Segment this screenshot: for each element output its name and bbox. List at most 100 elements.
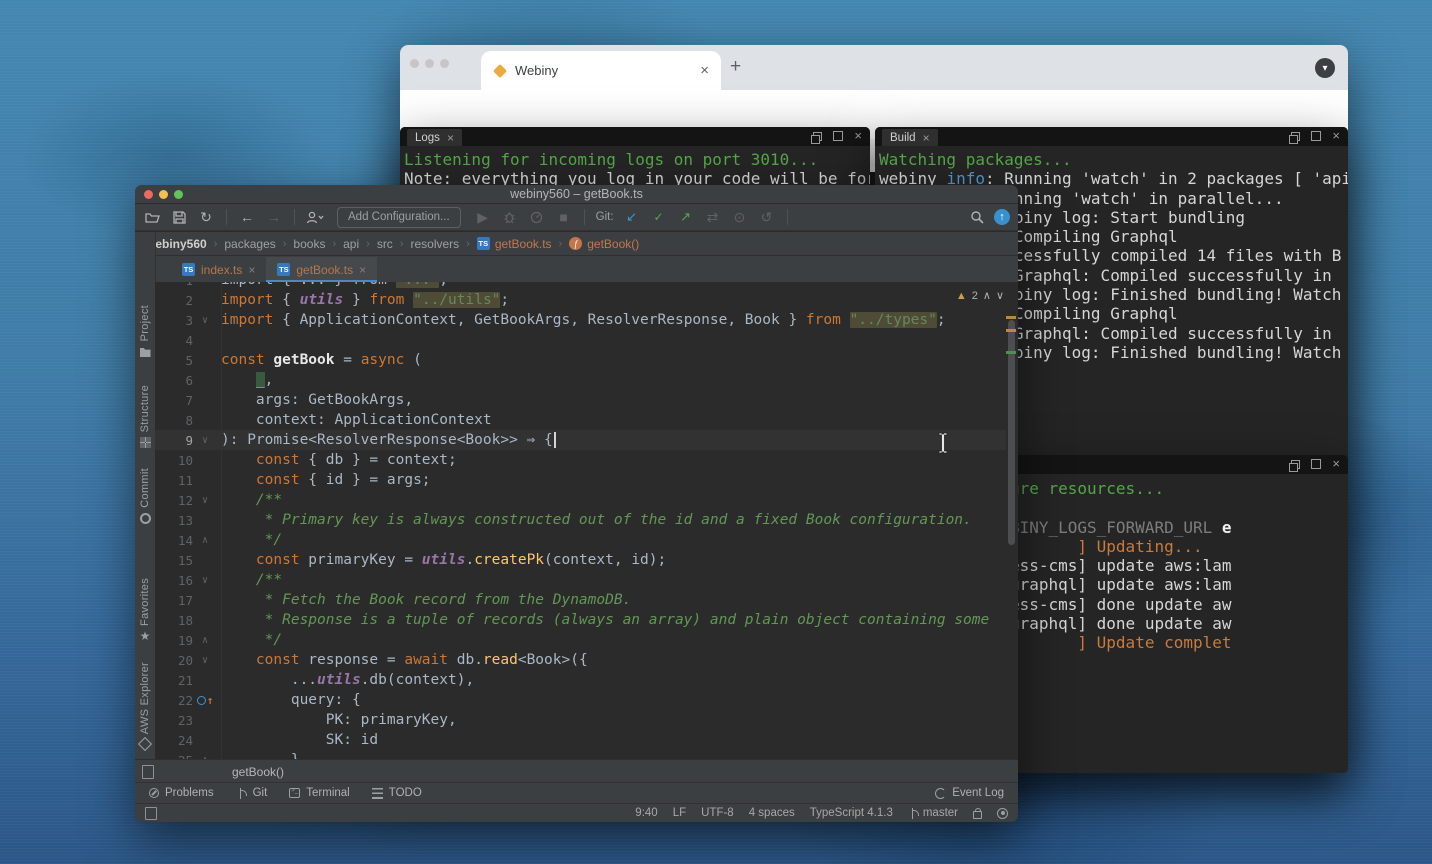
profiler-icon[interactable] — [528, 208, 546, 226]
breadcrumb-item-resolvers[interactable]: resolvers — [410, 237, 459, 251]
fold-marker[interactable]: ∨ — [193, 315, 217, 326]
navigate-forward-icon[interactable]: → — [265, 208, 283, 226]
git-history-icon[interactable]: ⊙ — [731, 208, 749, 226]
close-window-icon[interactable] — [410, 59, 419, 68]
git-update-icon[interactable]: ↙ — [623, 208, 641, 226]
logs-terminal-tab[interactable]: Logs × — [407, 129, 462, 146]
fold-marker[interactable]: ∧ — [193, 535, 217, 546]
event-log-button[interactable]: Event Log — [935, 787, 1004, 799]
caret-position[interactable]: 9:40 — [635, 807, 657, 819]
toolwindow-terminal[interactable]: Terminal — [289, 787, 349, 799]
git-commit-icon[interactable]: ✓ — [650, 208, 668, 226]
tab-close-icon[interactable]: × — [698, 63, 711, 78]
open-folder-icon[interactable] — [143, 208, 161, 226]
gutter-target-icon[interactable] — [197, 696, 206, 705]
zoom-window-icon[interactable] — [440, 59, 449, 68]
stripe-button-project[interactable]: Project — [135, 305, 155, 357]
build-terminal-tab[interactable]: Build × — [882, 129, 938, 146]
new-tab-button[interactable]: + — [730, 56, 741, 78]
toolwindow-git[interactable]: Git — [236, 787, 268, 799]
gear-icon[interactable] — [997, 808, 1008, 819]
next-problem-icon[interactable]: ∨ — [996, 289, 1004, 302]
build-window-controls[interactable]: × — [1291, 130, 1340, 142]
close-window-icon[interactable]: × — [1332, 131, 1340, 141]
close-window-icon[interactable]: × — [854, 131, 862, 141]
fold-marker[interactable]: ∨ — [193, 435, 217, 446]
save-icon[interactable] — [170, 208, 188, 226]
user-dropdown-icon[interactable] — [306, 208, 324, 226]
navigate-back-icon[interactable]: ← — [238, 208, 256, 226]
warning-stripe-mark[interactable] — [1006, 329, 1016, 332]
ide-update-button[interactable]: ↑ — [994, 209, 1010, 225]
breadcrumb-item-getbook[interactable]: fgetBook() — [569, 237, 639, 251]
typescript-version[interactable]: TypeScript 4.1.3 — [810, 807, 893, 819]
typescript-file-icon: TS — [182, 263, 195, 276]
change-stripe-mark[interactable] — [1006, 351, 1016, 354]
logs-window-controls[interactable]: × — [813, 130, 862, 142]
browser-media-button[interactable]: ▾ — [1315, 58, 1335, 78]
tab-close-icon[interactable]: × — [359, 263, 366, 277]
git-push-icon[interactable]: ↗ — [677, 208, 695, 226]
fold-marker[interactable]: ↑ — [193, 694, 217, 707]
line-ending[interactable]: LF — [673, 807, 686, 819]
browser-tab[interactable]: Webiny × — [481, 51, 721, 90]
gutter-row: 21 — [155, 670, 221, 690]
lock-icon[interactable] — [973, 811, 982, 819]
breadcrumb-item-packages[interactable]: packages — [224, 237, 275, 251]
maximize-window-icon[interactable] — [1311, 131, 1321, 141]
stripe-button-structure[interactable]: Structure — [135, 385, 155, 448]
browser-window-controls[interactable] — [410, 59, 449, 68]
float-window-icon[interactable] — [813, 132, 822, 141]
editor-tab-indexts[interactable]: TSindex.ts× — [171, 257, 266, 282]
breadcrumb-item-api[interactable]: api — [343, 237, 359, 251]
fold-marker[interactable]: ∧ — [193, 635, 217, 646]
breadcrumb-item-books[interactable]: books — [293, 237, 325, 251]
float-window-icon[interactable] — [1291, 460, 1300, 469]
add-configuration-button[interactable]: Add Configuration... — [337, 207, 461, 228]
git-rollback-icon[interactable]: ↺ — [758, 208, 776, 226]
close-icon[interactable]: × — [923, 131, 930, 145]
breadcrumb-item-getbookts[interactable]: TSgetBook.ts — [477, 237, 552, 251]
editor[interactable]: 123∨456789∨101112∨1314∧1516∨171819∧20∨21… — [155, 282, 1018, 760]
search-everywhere-icon[interactable] — [968, 208, 986, 226]
maximize-window-icon[interactable] — [833, 131, 843, 141]
fold-marker[interactable]: ∨ — [193, 575, 217, 586]
stripe-button-aws-explorer[interactable]: AWS Explorer — [135, 662, 155, 749]
close-window-icon[interactable]: × — [1332, 459, 1340, 469]
minimize-window-icon[interactable] — [425, 59, 434, 68]
close-icon[interactable]: × — [447, 131, 454, 145]
maximize-window-icon[interactable] — [1311, 459, 1321, 469]
toolwindow-problems[interactable]: Problems — [149, 787, 214, 799]
float-window-icon[interactable] — [1291, 132, 1300, 141]
stripe-button-favorites[interactable]: Favorites★ — [135, 578, 155, 642]
git-merge-icon[interactable]: ⇄ — [704, 208, 722, 226]
terminal-text: e — [1212, 518, 1231, 537]
git-branch-widget[interactable]: master — [908, 807, 958, 819]
code-lines[interactable]: import { ... } from "...";import { utils… — [221, 282, 1004, 760]
stop-icon[interactable]: ■ — [555, 208, 573, 226]
toolwindow-corner-icon[interactable] — [142, 765, 154, 779]
run-icon[interactable]: ▶ — [474, 208, 492, 226]
toolwindow-toggle-icon[interactable] — [145, 807, 157, 820]
editor-tab-getbookts[interactable]: TSgetBook.ts× — [266, 257, 377, 282]
breadcrumb-item-src[interactable]: src — [377, 237, 393, 251]
prev-problem-icon[interactable]: ∧ — [983, 289, 991, 302]
gutter-arrow-icon[interactable]: ↑ — [207, 694, 214, 707]
fold-marker[interactable]: ∨ — [193, 655, 217, 666]
debug-bug-icon[interactable] — [501, 208, 519, 226]
infra-window-controls[interactable]: × — [1291, 458, 1340, 470]
fold-marker[interactable]: ∨ — [193, 495, 217, 506]
stripe-label: Structure — [139, 385, 151, 432]
warning-stripe-mark[interactable] — [1006, 316, 1016, 319]
tab-close-icon[interactable]: × — [248, 263, 255, 277]
inspection-widget[interactable]: ▲ 2 ∧ ∨ — [956, 289, 1004, 302]
toolwindow-todo[interactable]: TODO — [372, 787, 422, 799]
ide-titlebar[interactable]: webiny560 – getBook.ts — [135, 185, 1018, 204]
logs-terminal-output[interactable]: Listening for incoming logs on port 3010… — [404, 150, 870, 189]
stripe-button-commit[interactable]: Commit — [135, 468, 155, 524]
encoding[interactable]: UTF-8 — [701, 807, 734, 819]
code-line: const primaryKey = utils.createPk(contex… — [221, 550, 1004, 570]
sync-icon[interactable]: ↻ — [197, 208, 215, 226]
indent-setting[interactable]: 4 spaces — [749, 807, 795, 819]
code-segment: * Response is a tuple of records (always… — [221, 612, 989, 628]
